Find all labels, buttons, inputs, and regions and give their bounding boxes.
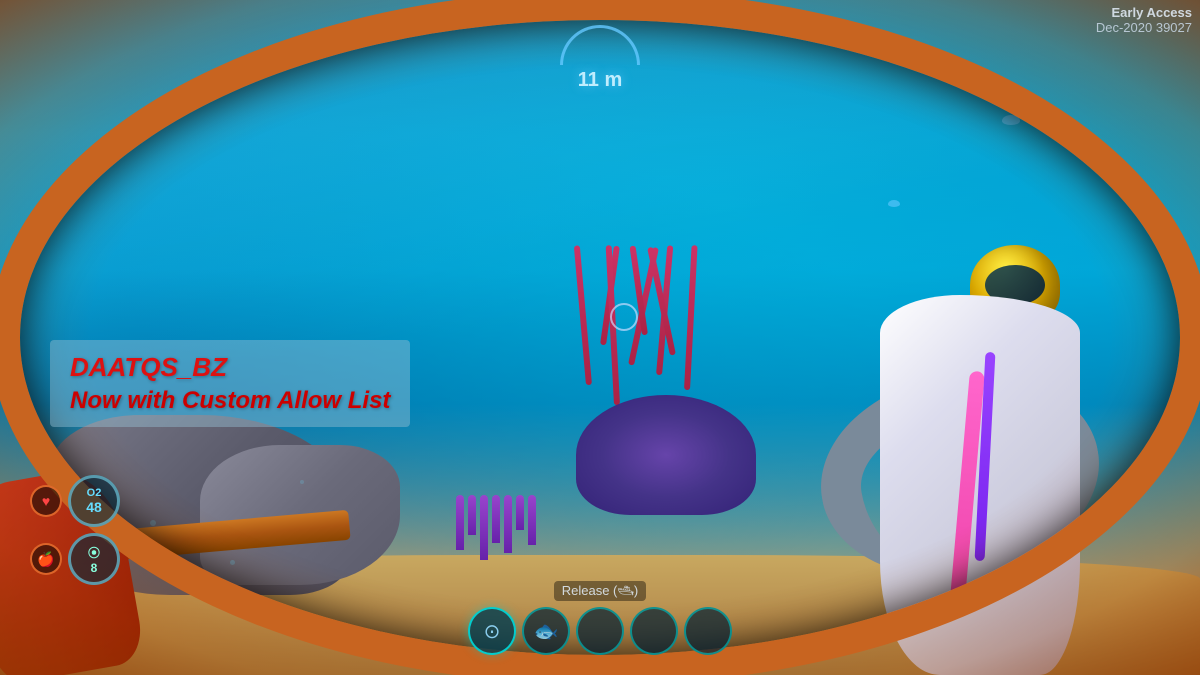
suit (880, 295, 1080, 675)
plant-blade (528, 495, 536, 545)
player-character (820, 275, 1100, 675)
plant-blade (456, 495, 464, 550)
mod-subtitle: Now with Custom Allow List (70, 387, 390, 415)
ground-plants-left (456, 495, 536, 560)
plant-blade (516, 495, 524, 530)
plant-blade (504, 495, 512, 553)
red-arm (0, 425, 180, 675)
bg-fish-2 (888, 200, 900, 207)
fish (1002, 115, 1020, 125)
red-arm-body (0, 463, 146, 675)
particle-2 (300, 480, 304, 484)
bg-fish-1 (1002, 115, 1020, 125)
particle-3 (230, 560, 235, 565)
coral-base (576, 395, 756, 515)
coral-cluster (576, 395, 756, 515)
mod-title: DAATQS_BZ (70, 352, 390, 383)
plant-blade (480, 495, 488, 560)
fish (888, 200, 900, 207)
game-viewport: 11 m Early Access Dec-2020 39027 ♥ O2 48 (0, 0, 1200, 675)
plant-blade (492, 495, 500, 543)
plant-blade (468, 495, 476, 535)
mod-label-overlay: DAATQS_BZ Now with Custom Allow List (50, 340, 410, 427)
seaweed-stems (586, 245, 690, 405)
